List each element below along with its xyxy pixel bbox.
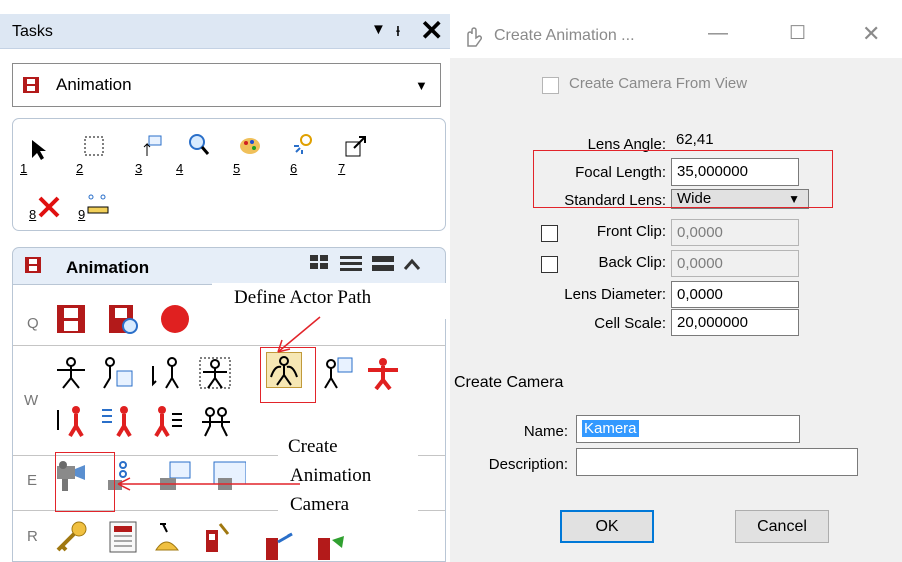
tool-number: 9: [78, 207, 86, 222]
light-icon[interactable]: [150, 520, 184, 554]
tool-number: 7: [338, 161, 346, 176]
tool-number: 4: [176, 161, 184, 176]
actor-red-path-icon[interactable]: [150, 404, 184, 438]
front-clip-input[interactable]: 0,0000: [671, 219, 799, 246]
camera-from-view-checkbox[interactable]: [542, 77, 559, 94]
ok-button[interactable]: OK: [560, 510, 654, 543]
delete-icon[interactable]: [37, 195, 61, 219]
actor-move-icon[interactable]: [150, 356, 184, 390]
actor-properties-icon[interactable]: [100, 356, 134, 390]
minimize-icon[interactable]: —: [708, 22, 728, 45]
annotation-line-1: Create: [288, 436, 338, 457]
maximize-icon[interactable]: ☐: [789, 22, 806, 45]
tool-number: 1: [20, 161, 28, 176]
front-clip-checkbox[interactable]: [541, 225, 558, 242]
tool-number: 8: [29, 207, 37, 222]
select-element-icon[interactable]: [28, 138, 52, 162]
pin-icon[interactable]: ᵻ: [396, 20, 400, 41]
film-editor-icon[interactable]: [54, 302, 88, 336]
row-key-e: E: [27, 472, 38, 489]
dialog-title: Create Camera: [454, 374, 564, 391]
back-clip-checkbox[interactable]: [541, 256, 558, 273]
row-key-q: Q: [27, 315, 39, 332]
front-clip-label: Front Clip:: [596, 223, 666, 240]
tool-number: 3: [135, 161, 143, 176]
film-preview-icon[interactable]: [106, 302, 140, 336]
fence-icon[interactable]: [82, 134, 106, 158]
tool-number: 2: [76, 161, 84, 176]
film-icon: [23, 77, 39, 93]
bulb-icon[interactable]: [292, 132, 316, 156]
cell-scale-label: Cell Scale:: [594, 315, 666, 332]
actor-red-icon[interactable]: [366, 356, 400, 390]
arrow-create-camera: [117, 477, 300, 491]
script-icon[interactable]: [106, 520, 140, 554]
palette-icon[interactable]: [238, 134, 262, 158]
zoom-icon[interactable]: [186, 132, 210, 156]
camera-from-view-label: Create Camera From View: [569, 75, 748, 92]
actor-list-icon[interactable]: [320, 356, 354, 390]
key-icon[interactable]: [54, 520, 88, 554]
record-icon[interactable]: [158, 302, 192, 336]
actor-icon[interactable]: [54, 356, 88, 390]
light-source-icon[interactable]: [200, 520, 234, 554]
chevron-down-icon[interactable]: ▼: [415, 78, 428, 93]
view-mode-icons[interactable]: [310, 253, 436, 277]
actor-select-icon[interactable]: [198, 356, 232, 390]
back-clip-label: Back Clip:: [598, 254, 666, 271]
dropdown-menu-icon[interactable]: ▼: [371, 21, 386, 38]
annotation-define-actor-path: Define Actor Path: [212, 283, 448, 319]
name-label: Name:: [523, 423, 568, 440]
dialog-title: Create Animation ...: [494, 27, 635, 44]
name-input[interactable]: Kamera: [576, 415, 800, 443]
animation-section-title: Animation: [66, 258, 150, 277]
film-play-icon[interactable]: [314, 528, 348, 562]
close-icon[interactable]: ✕: [862, 21, 880, 47]
tool-number: 5: [233, 161, 241, 176]
annotation-line-3: Camera: [290, 494, 350, 515]
row-key-w: W: [24, 392, 39, 409]
tasks-title: Tasks: [12, 23, 53, 40]
actor-red-move-icon[interactable]: [54, 404, 88, 438]
tool-number: 6: [290, 161, 298, 176]
description-input[interactable]: [576, 448, 858, 476]
lens-diameter-input[interactable]: 0,0000: [671, 281, 799, 308]
film-icon: [25, 257, 41, 273]
hand-icon: [467, 27, 482, 47]
manipulate-icon[interactable]: [141, 134, 165, 158]
name-value: Kamera: [582, 420, 639, 437]
close-icon[interactable]: ✕: [420, 14, 443, 48]
arrow-define-actor-path: [277, 316, 321, 353]
task-selector-value: Animation: [56, 75, 132, 94]
lens-diameter-label: Lens Diameter:: [564, 286, 666, 303]
scale-icon[interactable]: [344, 134, 368, 158]
row-key-r: R: [27, 528, 38, 545]
description-label: Description:: [488, 456, 568, 473]
cell-scale-input[interactable]: 20,000000: [671, 309, 799, 336]
highlight-focal-length: [533, 150, 833, 208]
cancel-button[interactable]: Cancel: [735, 510, 829, 543]
separator: [13, 345, 445, 346]
actor-red-list-icon[interactable]: [100, 404, 134, 438]
actor-group-icon[interactable]: [198, 404, 232, 438]
highlight-create-camera: [55, 452, 115, 512]
back-clip-input[interactable]: 0,0000: [671, 250, 799, 277]
film-arrow-icon[interactable]: [262, 528, 296, 562]
measure-icon[interactable]: [86, 193, 110, 217]
